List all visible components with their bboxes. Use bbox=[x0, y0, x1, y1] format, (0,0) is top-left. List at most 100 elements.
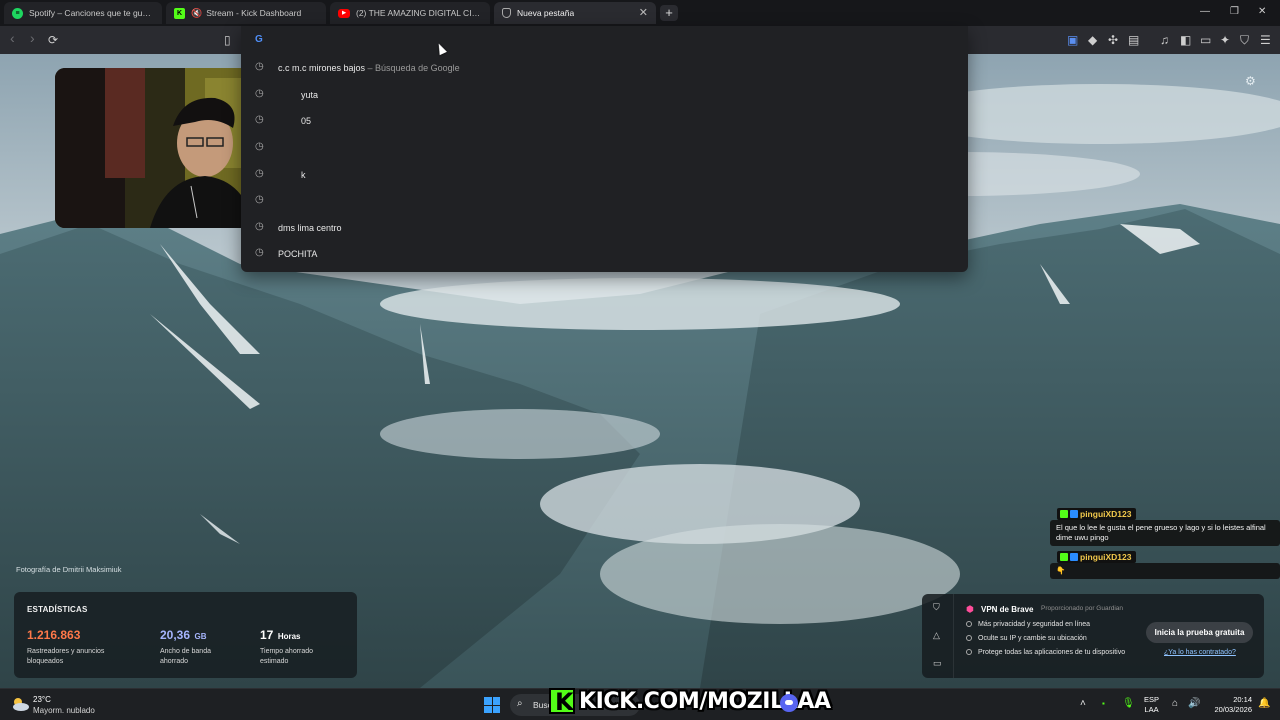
customize-gear-icon[interactable]: ⚙ bbox=[1245, 74, 1256, 88]
weather-cloud-icon[interactable] bbox=[10, 696, 30, 712]
weather-temperature[interactable]: 23°C bbox=[33, 695, 51, 704]
vpn-logo-icon: ⬢ bbox=[966, 604, 974, 614]
taskbar-clock[interactable]: 20:14 20/03/2026 bbox=[1208, 695, 1252, 715]
vpn-feature: Oculte su IP y cambie su ubicación bbox=[966, 635, 1087, 642]
reload-icon[interactable]: ⟳ bbox=[48, 32, 58, 48]
kick-badge-icon bbox=[1060, 553, 1068, 561]
screenshot-icon[interactable]: ▤ bbox=[1128, 32, 1139, 48]
tab-label: Stream - Kick Dashboard bbox=[206, 8, 302, 18]
kick-badge-icon bbox=[1060, 510, 1068, 518]
suggestion-item[interactable]: ◷ POCHITA bbox=[241, 240, 968, 266]
extensions-icon[interactable]: ✣ bbox=[1108, 32, 1118, 48]
check-icon bbox=[966, 635, 972, 641]
chat-username: pinguiXD123 bbox=[1057, 508, 1137, 520]
verified-badge-icon bbox=[1070, 510, 1078, 518]
suggestion-source: – Búsqueda de Google bbox=[365, 63, 460, 73]
warning-icon[interactable]: △ bbox=[933, 630, 940, 641]
tab-youtube[interactable]: ▶ (2) THE AMAZING DIGITAL CIRCUS - bbox=[330, 2, 490, 24]
suggestion-text: dms lima centro bbox=[278, 223, 342, 233]
bookmark-icon[interactable]: ▯ bbox=[224, 32, 231, 48]
tab-kick-dashboard[interactable]: K 🔇 Stream - Kick Dashboard bbox=[166, 2, 326, 24]
tab-new-tab[interactable]: Nueva pestaña ✕ bbox=[494, 2, 656, 24]
leo-ai-icon[interactable]: ✦ bbox=[1220, 32, 1230, 48]
check-icon bbox=[966, 621, 972, 627]
tab-label: Nueva pestaña bbox=[517, 8, 575, 18]
tab-label: (2) THE AMAZING DIGITAL CIRCUS - bbox=[356, 8, 482, 18]
stat-desc: Rastreadores y anuncios bloqueados bbox=[27, 648, 105, 665]
photo-credit: Fotografía de Dmitrii Maksimiuk bbox=[16, 565, 122, 574]
youtube-icon: ▶ bbox=[338, 8, 350, 18]
muted-speaker-icon[interactable]: 🔇 bbox=[191, 8, 202, 19]
stats-title: ESTADÍSTICAS bbox=[27, 605, 88, 614]
vpn-feature: Protege todas las aplicaciones de tu dis… bbox=[966, 649, 1125, 656]
language-indicator[interactable]: ESP LAA bbox=[1144, 695, 1159, 715]
vpn-shield-icon[interactable]: ⛉ bbox=[1240, 32, 1249, 48]
brave-rewards-icon[interactable]: ◆ bbox=[1088, 32, 1097, 48]
suggestion-text: 05 bbox=[301, 116, 312, 126]
stats-widget: ESTADÍSTICAS 1.216.863 Rastreadores y an… bbox=[14, 592, 357, 678]
stat-unit: Horas bbox=[277, 632, 301, 641]
wallet-icon[interactable]: ▭ bbox=[1200, 32, 1211, 48]
notifications-icon[interactable]: 🔔 bbox=[1258, 698, 1270, 709]
microphone-icon[interactable]: 🎙 bbox=[1122, 698, 1135, 709]
history-icon: ◷ bbox=[255, 114, 264, 125]
new-tab-button[interactable]: + bbox=[660, 5, 678, 21]
history-icon: ◷ bbox=[255, 141, 264, 152]
stat-value: 1.216.863 bbox=[27, 628, 81, 642]
history-icon: ◷ bbox=[255, 194, 264, 205]
spotify-icon: ≡ bbox=[12, 7, 23, 19]
address-bar-dropdown: G ◷ c.c m.c mirones bajos – Búsqueda de … bbox=[241, 26, 968, 272]
network-icon[interactable]: ⌂ bbox=[1172, 698, 1178, 709]
card-icon[interactable]: ▭ bbox=[933, 658, 942, 669]
restore-icon[interactable]: ❐ bbox=[1230, 6, 1239, 17]
address-input[interactable]: G bbox=[241, 26, 968, 54]
history-icon: ◷ bbox=[255, 221, 264, 232]
suggestion-item[interactable]: ◷ c.c m.c mirones bajos – Búsqueda de Go… bbox=[241, 54, 968, 80]
already-purchased-link[interactable]: ¿Ya lo has contratado? bbox=[1164, 649, 1236, 656]
suggestion-item[interactable]: ◷ bbox=[241, 187, 968, 213]
vpn-feature-text: Más privacidad y seguridad en línea bbox=[978, 621, 1091, 628]
volume-icon[interactable]: 🔊 bbox=[1188, 698, 1200, 709]
forward-icon[interactable]: › bbox=[30, 30, 35, 46]
kick-icon: K bbox=[174, 7, 185, 19]
history-icon: ◷ bbox=[255, 247, 264, 258]
google-icon: G bbox=[255, 34, 263, 45]
brave-shield-icon bbox=[502, 8, 511, 18]
suggestion-text: c.c m.c mirones bajos bbox=[278, 63, 366, 73]
windows-start-icon[interactable] bbox=[484, 697, 500, 713]
tray-chevron-icon[interactable]: ˄ bbox=[1080, 698, 1086, 709]
stat-trackers: 1.216.863 Rastreadores y anuncios bloque… bbox=[27, 626, 117, 667]
start-trial-button[interactable]: Inicia la prueba gratuita bbox=[1146, 622, 1253, 643]
vpn-title: VPN de Brave bbox=[981, 605, 1034, 614]
tab-spotify[interactable]: ≡ Spotify – Canciones que te gustan bbox=[4, 2, 162, 24]
suggestion-item[interactable]: ◷ bbox=[241, 134, 968, 160]
weather-description[interactable]: Mayorm. nublado bbox=[33, 706, 95, 715]
suggestion-item[interactable]: ◷ 05 bbox=[241, 107, 968, 133]
close-window-icon[interactable]: ✕ bbox=[1258, 6, 1266, 17]
suggestion-text: k bbox=[301, 170, 306, 180]
chat-user-name: pinguiXD123 bbox=[1080, 552, 1132, 562]
discord-icon[interactable] bbox=[780, 694, 798, 712]
minimize-icon[interactable]: — bbox=[1200, 6, 1210, 17]
close-tab-icon[interactable]: ✕ bbox=[639, 6, 648, 19]
verified-badge-icon bbox=[1070, 553, 1078, 561]
sidebar-icon[interactable]: ◧ bbox=[1180, 32, 1191, 48]
widget-sidebar: ⛉ △ ▭ bbox=[922, 594, 954, 678]
suggestion-item[interactable]: ◷ k bbox=[241, 161, 968, 187]
menu-icon[interactable]: ☰ bbox=[1260, 32, 1271, 48]
suggestion-item[interactable]: ◷ dms lima centro bbox=[241, 214, 968, 240]
history-icon: ◷ bbox=[255, 61, 264, 72]
history-icon: ◷ bbox=[255, 168, 264, 179]
stat-desc: Tiempo ahorrado estimado bbox=[260, 648, 314, 665]
stat-value: 20,36 bbox=[160, 628, 191, 642]
media-icon[interactable]: ♫ bbox=[1160, 32, 1169, 48]
suggestion-item[interactable]: ◷ yuta bbox=[241, 81, 968, 107]
keyboard-layout: LAA bbox=[1144, 705, 1159, 714]
vpn-feature-text: Oculte su IP y cambie su ubicación bbox=[978, 635, 1087, 642]
chat-message: El que lo lee le gusta el pene grueso y … bbox=[1050, 520, 1280, 546]
vpn-feature: Más privacidad y seguridad en línea bbox=[966, 621, 1090, 628]
vpn-shield-icon[interactable]: ⛉ bbox=[933, 602, 940, 613]
tray-app-icon[interactable]: ▪ bbox=[1102, 699, 1105, 708]
translate-icon[interactable]: ▣ bbox=[1067, 32, 1078, 48]
back-icon[interactable]: ‹ bbox=[10, 30, 15, 46]
